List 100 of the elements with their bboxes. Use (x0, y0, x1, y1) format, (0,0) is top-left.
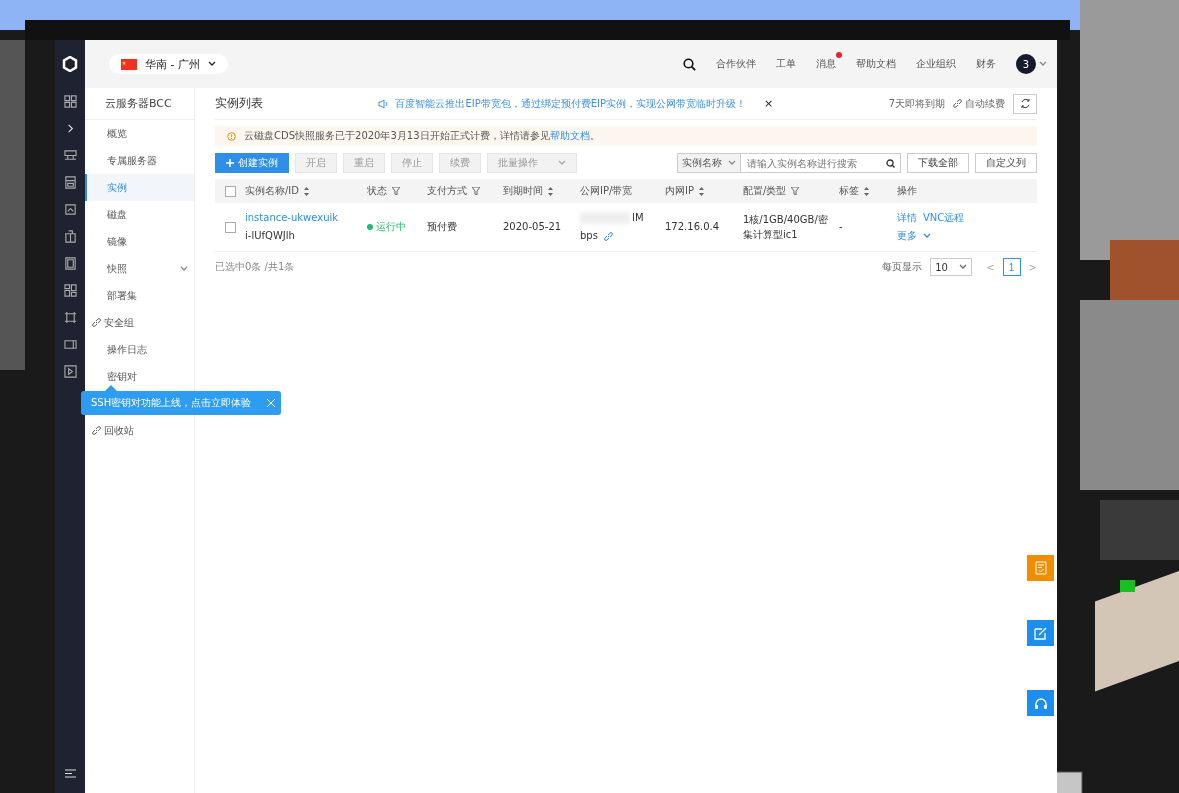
link-icon (92, 426, 101, 435)
speaker-icon (378, 98, 390, 109)
per-page-label: 每页显示 (882, 260, 923, 274)
layout-icon[interactable] (63, 284, 77, 297)
auto-renew-link[interactable]: 自动续费 (953, 96, 1005, 111)
sidebar-item[interactable]: 专属服务器 (85, 147, 194, 174)
column-header: 支付方式 (427, 184, 467, 198)
table-cell-text: - (839, 220, 844, 234)
expiring-link[interactable]: 7天即将到期 (888, 96, 945, 111)
chevron-down-icon (558, 160, 566, 166)
column-header: 操作 (897, 184, 917, 198)
nav-link[interactable]: 企业组织 (916, 57, 956, 71)
download-button[interactable]: 下载全部 (907, 153, 969, 173)
logo-icon[interactable] (62, 56, 78, 72)
status-text: 运行中 (376, 220, 406, 234)
nav-link[interactable]: 消息 (816, 57, 836, 71)
edit-icon (1034, 626, 1047, 640)
box-icon[interactable] (63, 230, 77, 243)
sidebar-title: 云服务器BCC (85, 88, 194, 120)
play-icon[interactable] (63, 365, 77, 378)
sidebar-item[interactable]: 磁盘 (85, 201, 194, 228)
image-icon[interactable] (63, 203, 77, 216)
search-icon[interactable] (683, 57, 696, 71)
sidebar-item[interactable]: 部署集 (85, 282, 194, 309)
select-all-checkbox[interactable] (225, 185, 236, 197)
tooltip-text: SSH密钥对功能上线，点击立即体验 (91, 396, 252, 410)
warning-icon (227, 131, 236, 141)
sidebar-item[interactable]: 镜像 (85, 228, 194, 255)
search-icon[interactable] (886, 158, 895, 168)
grid-icon[interactable] (63, 95, 77, 108)
frame-icon[interactable] (63, 257, 77, 270)
chevron-down-icon (180, 265, 188, 272)
chevron-down-icon (728, 160, 736, 166)
refresh-icon (1019, 98, 1031, 109)
column-header: 配置/类型 (743, 184, 787, 198)
link-icon (953, 99, 962, 108)
table-cell-text: 预付费 (427, 220, 458, 234)
search-scope-dropdown[interactable]: 实例名称 (677, 153, 740, 173)
sidebar-item[interactable]: 安全组 (85, 309, 194, 336)
table-cell-text: 172.16.0.4 (665, 220, 721, 234)
filter-icon[interactable] (472, 187, 480, 195)
filter-icon[interactable] (791, 187, 800, 195)
chevron-down-icon (207, 61, 216, 67)
nav-link[interactable]: 财务 (976, 57, 996, 71)
nav-link[interactable]: 工单 (776, 57, 796, 71)
bandwidth-text: IM (632, 211, 644, 225)
region-selector[interactable]: 华南 - 广州 (109, 54, 228, 74)
sidebar-item[interactable]: 概览 (85, 120, 194, 147)
column-header: 到期时间 (503, 184, 543, 198)
column-header: 状态 (367, 184, 387, 198)
sort-icon[interactable] (548, 186, 553, 196)
instance-name-link[interactable]: instance-ukwexuik (245, 209, 367, 227)
close-button[interactable]: × (764, 97, 774, 110)
server-icon[interactable] (63, 149, 77, 162)
notice-text[interactable]: 百度智能云推出EIP带宽包，通过绑定预付费EIP实例，实现公网带宽临时升级！ (395, 96, 746, 111)
link-icon (92, 318, 101, 327)
nav-link[interactable]: 帮助文档 (856, 57, 896, 71)
network-icon[interactable] (63, 311, 77, 324)
table-cell-text: 2020-05-21 (503, 220, 563, 234)
chevron-down-icon (959, 264, 968, 270)
menu-icon[interactable] (64, 768, 76, 778)
sort-icon[interactable] (699, 186, 704, 196)
action-link[interactable]: 更多 (897, 227, 917, 245)
sidebar-item[interactable]: 回收站 (85, 417, 194, 444)
column-header: 实例名称/ID (245, 184, 300, 198)
sidebar-item[interactable]: 快照 (85, 255, 194, 282)
action-link[interactable]: VNC远程 (923, 209, 965, 227)
table-cell-text: 1核/1GB/40GB/密集计算型ic1 (743, 213, 829, 242)
row-checkbox[interactable] (225, 221, 236, 233)
link-icon (603, 231, 613, 241)
tooltip-pointer (105, 385, 117, 391)
refresh-button[interactable] (1013, 93, 1037, 114)
filter-icon[interactable] (392, 187, 400, 195)
camera-icon[interactable] (63, 338, 77, 351)
search-field[interactable]: 请输入实例名称进行搜索 (740, 153, 901, 173)
chevron-down-icon (1039, 61, 1047, 67)
sidebar-item[interactable]: 操作日志 (85, 336, 194, 363)
chevron-down-icon (923, 233, 931, 239)
sidebar-item[interactable]: 密钥对 (85, 363, 194, 390)
page-title: 实例列表 (215, 95, 263, 112)
bandwidth-unit: bps (580, 229, 598, 243)
floating-button[interactable] (1027, 620, 1054, 646)
sort-icon[interactable] (304, 186, 310, 196)
nav-link[interactable]: 合作伙伴 (716, 57, 756, 71)
plus-icon (226, 159, 234, 167)
avatar[interactable]: 3 (1016, 54, 1036, 74)
page-button[interactable]: 1 (1002, 258, 1021, 276)
action-link[interactable]: 详情 (897, 209, 917, 227)
column-header: 内网IP (665, 184, 694, 198)
floating-button[interactable] (1027, 690, 1054, 716)
close-icon[interactable] (267, 399, 275, 407)
instance-id: i-lUfQWJlh (245, 230, 295, 241)
per-page-select[interactable]: 10 (930, 258, 973, 276)
document-icon (1034, 561, 1047, 575)
flag-icon (121, 58, 137, 70)
selection-count: 已选中0条 /共1条 (215, 260, 295, 274)
customize-columns-button[interactable]: 自定义列 (975, 153, 1037, 173)
column-header: 标签 (839, 184, 859, 198)
sort-icon[interactable] (864, 186, 869, 196)
alert-text: 云磁盘CDS快照服务已于2020年3月13日开始正式计费，详情请参见帮助文档。 (244, 129, 600, 143)
